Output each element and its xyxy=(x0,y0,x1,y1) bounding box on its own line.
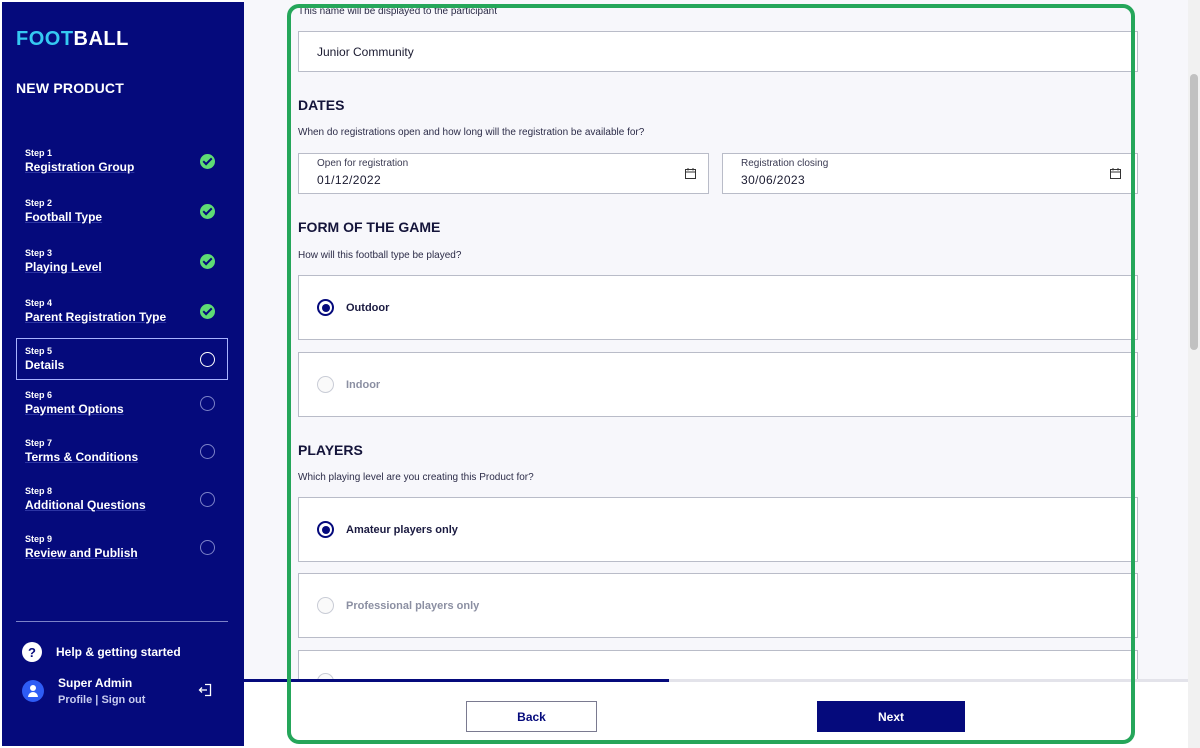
close-date-label: Registration closing xyxy=(741,158,829,169)
check-circle-icon xyxy=(200,254,215,269)
step-label: Football Type xyxy=(25,210,103,224)
back-button[interactable]: Back xyxy=(466,701,597,732)
open-date-input[interactable]: Open for registration 01/12/2022 xyxy=(298,153,709,194)
sidebar-step-5[interactable]: Step 5 Details xyxy=(16,338,228,380)
sidebar-step-1[interactable]: Step 1 Registration Group xyxy=(16,140,228,182)
link-separator: | xyxy=(95,694,99,706)
form-of-game-heading: FORM OF THE GAME xyxy=(298,219,441,235)
name-hint: This name will be displayed to the parti… xyxy=(298,6,497,17)
empty-circle-icon xyxy=(200,444,215,459)
open-date-value: 01/12/2022 xyxy=(317,173,382,187)
user-panel: Super Admin Profile | Sign out xyxy=(22,676,222,709)
step-number: Step 4 xyxy=(25,298,53,308)
close-date-value: 30/06/2023 xyxy=(741,173,806,187)
empty-circle-icon xyxy=(200,540,215,555)
step-label: Details xyxy=(25,358,65,372)
profile-link[interactable]: Profile xyxy=(58,694,92,706)
players-hint: Which playing level are you creating thi… xyxy=(298,472,534,483)
empty-circle-icon xyxy=(200,352,215,367)
step-number: Step 7 xyxy=(25,438,53,448)
logout-icon[interactable] xyxy=(198,683,212,697)
radio-selected[interactable] xyxy=(317,521,334,538)
step-number: Step 1 xyxy=(25,148,53,158)
help-label: Help & getting started xyxy=(56,645,181,659)
step-number: Step 3 xyxy=(25,248,53,258)
empty-circle-icon xyxy=(200,492,215,507)
sidebar-step-9[interactable]: Step 9 Review and Publish xyxy=(16,526,228,568)
user-name: Super Admin xyxy=(58,676,133,690)
sidebar-divider xyxy=(16,621,228,622)
wizard-footer xyxy=(244,682,1188,748)
check-circle-icon xyxy=(200,204,215,219)
scrollbar-thumb[interactable] xyxy=(1190,74,1198,350)
close-date-input[interactable]: Registration closing 30/06/2023 xyxy=(722,153,1138,194)
open-date-label: Open for registration xyxy=(317,158,409,169)
step-label: Terms & Conditions xyxy=(25,450,139,464)
radio-unselected[interactable] xyxy=(317,376,334,393)
logo-part-foot: FOOT xyxy=(16,28,74,50)
step-number: Step 6 xyxy=(25,390,53,400)
option-indoor[interactable]: Indoor xyxy=(298,352,1138,417)
calendar-icon[interactable] xyxy=(1110,168,1121,179)
scrollbar[interactable] xyxy=(1188,0,1200,748)
signout-link[interactable]: Sign out xyxy=(101,694,145,706)
option-outdoor[interactable]: Outdoor xyxy=(298,275,1138,340)
option-label: Professional players only xyxy=(346,599,480,612)
step-number: Step 8 xyxy=(25,486,53,496)
help-link[interactable]: ? Help & getting started xyxy=(22,642,181,662)
option-label: Outdoor xyxy=(346,301,390,314)
radio-unselected[interactable] xyxy=(317,597,334,614)
radio-selected[interactable] xyxy=(317,299,334,316)
option-amateur[interactable]: Amateur players only xyxy=(298,497,1138,562)
calendar-icon[interactable] xyxy=(685,168,696,179)
check-circle-icon xyxy=(200,154,215,169)
empty-circle-icon xyxy=(200,396,215,411)
option-professional[interactable]: Professional players only xyxy=(298,573,1138,638)
step-label: Review and Publish xyxy=(25,546,138,560)
progress-fill xyxy=(244,679,669,682)
step-label: Parent Registration Type xyxy=(25,310,167,324)
step-number: Step 2 xyxy=(25,198,53,208)
sidebar-step-2[interactable]: Step 2 Football Type xyxy=(16,190,228,232)
product-name-input[interactable]: Junior Community xyxy=(298,31,1138,72)
sidebar-step-8[interactable]: Step 8 Additional Questions xyxy=(16,478,228,520)
step-number: Step 9 xyxy=(25,534,53,544)
sidebar-title: NEW PRODUCT xyxy=(16,80,124,96)
dates-heading: DATES xyxy=(298,97,345,113)
progress-bar xyxy=(244,679,1188,682)
step-label: Playing Level xyxy=(25,260,102,274)
sidebar-step-4[interactable]: Step 4 Parent Registration Type xyxy=(16,290,228,332)
dates-hint: When do registrations open and how long … xyxy=(298,127,645,138)
form-of-game-hint: How will this football type be played? xyxy=(298,250,462,261)
logo-part-ball: BALL xyxy=(73,28,129,50)
next-button[interactable]: Next xyxy=(817,701,965,732)
option-partial[interactable] xyxy=(298,650,1138,690)
step-number: Step 5 xyxy=(25,346,53,356)
option-label: Amateur players only xyxy=(346,523,458,536)
question-icon: ? xyxy=(22,642,42,662)
option-label: Indoor xyxy=(346,378,381,391)
sidebar-step-3[interactable]: Step 3 Playing Level xyxy=(16,240,228,282)
app-logo[interactable]: FOOTBALL xyxy=(16,28,129,51)
step-list: Step 1 Registration Group Step 2 Footbal… xyxy=(16,140,228,576)
sidebar: FOOTBALL NEW PRODUCT Step 1 Registration… xyxy=(2,2,244,746)
check-circle-icon xyxy=(200,304,215,319)
sidebar-step-6[interactable]: Step 6 Payment Options xyxy=(16,382,228,424)
user-avatar-icon xyxy=(22,680,44,702)
step-label: Additional Questions xyxy=(25,498,146,512)
step-label: Payment Options xyxy=(25,402,124,416)
sidebar-step-7[interactable]: Step 7 Terms & Conditions xyxy=(16,430,228,472)
players-heading: PLAYERS xyxy=(298,442,363,458)
step-label: Registration Group xyxy=(25,160,135,174)
